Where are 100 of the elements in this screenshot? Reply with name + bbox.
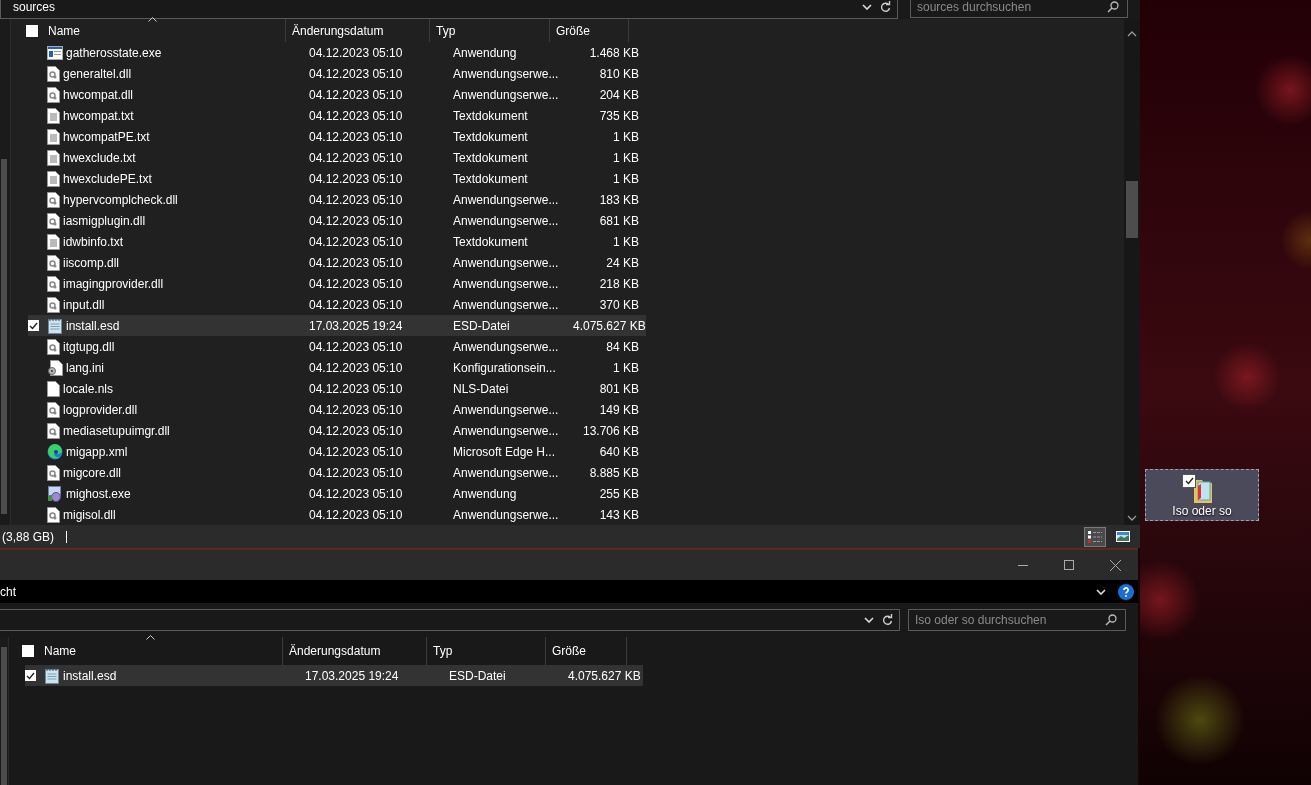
file-name: hypervcomplcheck.dll — [63, 192, 178, 207]
dll-file-icon — [47, 338, 60, 355]
scrollbar-thumb[interactable] — [1126, 181, 1138, 238]
file-size: 370 KB — [598, 297, 640, 312]
file-size: 801 KB — [598, 381, 640, 396]
scroll-down-icon[interactable] — [1127, 515, 1137, 521]
file-size: 143 KB — [598, 507, 640, 522]
column-header[interactable]: Änderungsdatum — [289, 644, 381, 658]
file-row[interactable]: migisol.dll 04.12.2023 05:10 Anwendungserwe... 143 KB — [28, 504, 646, 525]
file-type: Anwendungserwe... — [452, 276, 560, 291]
select-all-checkbox[interactable] — [26, 24, 38, 37]
file-type: Konfigurationsein... — [452, 360, 557, 375]
file-size: 255 KB — [598, 486, 640, 501]
refresh-icon[interactable] — [880, 1, 891, 13]
modified-date: 17.03.2025 19:24 — [304, 668, 400, 683]
file-type: Anwendungserwe... — [452, 339, 560, 354]
dropdown-chevron-icon[interactable] — [862, 4, 872, 10]
details-view-button[interactable] — [1084, 526, 1106, 547]
ribbon-tab[interactable]: cht — [0, 584, 16, 599]
file-name: install.esd — [63, 668, 117, 683]
file-row[interactable]: idwbinfo.txt 04.12.2023 05:10 Textdokument 1 KB — [28, 231, 646, 252]
scrollbar-thumb[interactable] — [1, 647, 7, 785]
dll-file-icon — [47, 296, 60, 313]
status-text: (3,88 GB) — [2, 529, 55, 544]
file-row[interactable]: hwcompat.txt 04.12.2023 05:10 Textdokument 735 KB — [28, 105, 646, 126]
scrollbar-thumb[interactable] — [1, 159, 7, 514]
search-icon[interactable] — [1105, 614, 1117, 626]
item-checkbox[interactable] — [1182, 474, 1196, 488]
file-row[interactable]: mighost.exe 04.12.2023 05:10 Anwendung 255 KB — [28, 483, 646, 504]
search-field[interactable]: Iso oder so durchsuchen — [908, 609, 1126, 631]
column-header[interactable]: Typ — [433, 644, 453, 658]
scroll-up-icon[interactable] — [1127, 31, 1137, 37]
file-type: Anwendungserwe... — [452, 465, 560, 480]
file-size: 1.468 KB — [588, 45, 640, 60]
expand-ribbon-icon[interactable] — [1096, 588, 1106, 595]
file-row[interactable]: hwexcludePE.txt 04.12.2023 05:10 Textdokument 1 KB — [28, 168, 646, 189]
file-row[interactable]: iiscomp.dll 04.12.2023 05:10 Anwendungserwe... 24 KB — [28, 252, 646, 273]
modified-date: 04.12.2023 05:10 — [308, 234, 404, 249]
column-header[interactable]: Typ — [436, 23, 456, 38]
file-name: imagingprovider.dll — [63, 276, 164, 291]
desktop-icon[interactable]: Iso oder so — [1145, 469, 1259, 521]
dll-file-icon — [47, 506, 60, 523]
file-name: hwexclude.txt — [63, 150, 136, 165]
modified-date: 04.12.2023 05:10 — [308, 465, 404, 480]
file-row[interactable]: hwcompatPE.txt 04.12.2023 05:10 Textdokument 1 KB — [28, 126, 646, 147]
file-row[interactable]: hwcompat.dll 04.12.2023 05:10 Anwendungserwe... 204 KB — [28, 84, 646, 105]
file-row[interactable]: migapp.xml 04.12.2023 05:10 Microsoft Edge H... 640 KB — [28, 441, 646, 462]
column-header[interactable]: Name — [48, 23, 80, 38]
file-row[interactable]: install.esd 17.03.2025 19:24 ESD-Datei 4.075.627 KB — [25, 665, 643, 686]
file-row[interactable]: lang.ini 04.12.2023 05:10 Konfigurationsein... 1 KB — [28, 357, 646, 378]
file-name: gatherosstate.exe — [66, 45, 162, 60]
file-size: 218 KB — [598, 276, 640, 291]
file-name: idwbinfo.txt — [63, 234, 124, 249]
modified-date: 04.12.2023 05:10 — [308, 171, 404, 186]
search-icon[interactable] — [1107, 1, 1119, 13]
column-header[interactable]: Änderungsdatum — [292, 23, 384, 38]
file-size: 149 KB — [598, 402, 640, 417]
modified-date: 04.12.2023 05:10 — [308, 402, 404, 417]
file-row[interactable]: iasmigplugin.dll 04.12.2023 05:10 Anwendungserwe... 681 KB — [28, 210, 646, 231]
file-row[interactable]: locale.nls 04.12.2023 05:10 NLS-Datei 801 KB — [28, 378, 646, 399]
file-row[interactable]: itgtupg.dll 04.12.2023 05:10 Anwendungserwe... 84 KB — [28, 336, 646, 357]
file-size: 1 KB — [612, 129, 640, 144]
file-row[interactable]: migcore.dll 04.12.2023 05:10 Anwendungserwe... 8.885 KB — [28, 462, 646, 483]
file-type: Anwendungserwe... — [452, 192, 560, 207]
file-type: Microsoft Edge H... — [452, 444, 557, 459]
file-row[interactable]: hwexclude.txt 04.12.2023 05:10 Textdokument 1 KB — [28, 147, 646, 168]
file-type: ESD-Datei — [452, 318, 511, 333]
refresh-icon[interactable] — [882, 614, 893, 626]
dll-file-icon — [47, 254, 60, 271]
row-checkbox[interactable] — [28, 320, 39, 331]
file-row[interactable]: generaltel.dll 04.12.2023 05:10 Anwendungserwe... 810 KB — [28, 63, 646, 84]
file-name: locale.nls — [63, 381, 114, 396]
column-header[interactable]: Größe — [552, 644, 586, 658]
file-size: 84 KB — [605, 339, 640, 354]
modified-date: 04.12.2023 05:10 — [308, 129, 404, 144]
column-header[interactable]: Name — [44, 644, 76, 658]
row-checkbox[interactable] — [25, 670, 36, 681]
modified-date: 04.12.2023 05:10 — [308, 486, 404, 501]
file-type: Anwendungserwe... — [452, 87, 560, 102]
file-type: ESD-Datei — [448, 668, 507, 683]
modified-date: 04.12.2023 05:10 — [308, 507, 404, 522]
dropdown-chevron-icon[interactable] — [864, 617, 874, 623]
column-header[interactable]: Größe — [556, 23, 590, 38]
help-icon[interactable] — [1118, 583, 1134, 600]
search-field[interactable]: sources durchsuchen — [910, 0, 1128, 18]
file-row[interactable]: install.esd 17.03.2025 19:24 ESD-Datei 4.075.627 KB — [28, 315, 646, 336]
modified-date: 04.12.2023 05:10 — [308, 276, 404, 291]
modified-date: 04.12.2023 05:10 — [308, 423, 404, 438]
modified-date: 04.12.2023 05:10 — [308, 87, 404, 102]
file-name: mediasetupuimgr.dll — [63, 423, 170, 438]
file-row[interactable]: input.dll 04.12.2023 05:10 Anwendungserwe... 370 KB — [28, 294, 646, 315]
file-row[interactable]: gatherosstate.exe 04.12.2023 05:10 Anwendung 1.468 KB — [28, 42, 646, 63]
file-type: Anwendungserwe... — [452, 507, 560, 522]
file-row[interactable]: hypervcomplcheck.dll 04.12.2023 05:10 Anwendungserwe... 183 KB — [28, 189, 646, 210]
dll-file-icon — [47, 422, 60, 439]
file-row[interactable]: mediasetupuimgr.dll 04.12.2023 05:10 Anwendungserwe... 13.706 KB — [28, 420, 646, 441]
file-row[interactable]: logprovider.dll 04.12.2023 05:10 Anwendungserwe... 149 KB — [28, 399, 646, 420]
modified-date: 04.12.2023 05:10 — [308, 360, 404, 375]
file-row[interactable]: imagingprovider.dll 04.12.2023 05:10 Anwendungserwe... 218 KB — [28, 273, 646, 294]
select-all-checkbox[interactable] — [22, 645, 34, 657]
